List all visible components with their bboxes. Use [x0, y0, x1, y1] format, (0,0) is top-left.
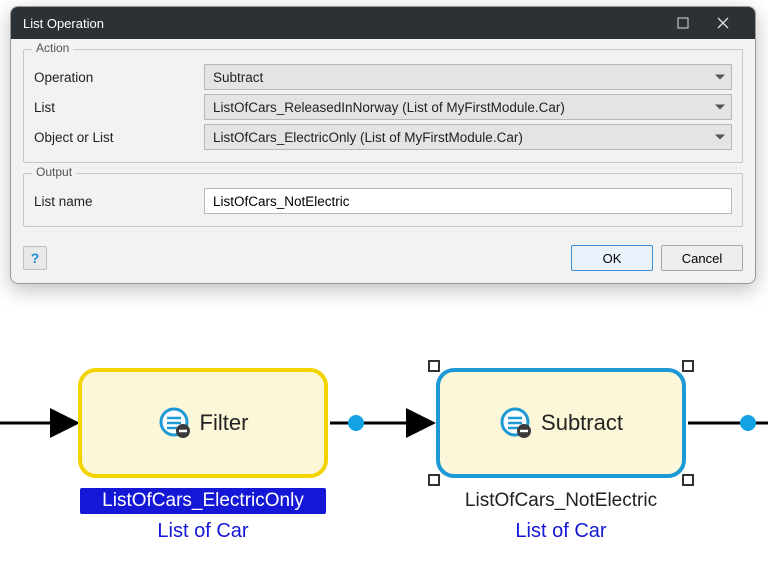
list-dropdown[interactable]: ListOfCars_ReleasedInNorway (List of MyF… [204, 94, 732, 120]
window-close-button[interactable] [703, 7, 743, 39]
dialog-body: Action Operation Subtract List ListOfCar… [11, 39, 755, 227]
window-maximize-button[interactable] [663, 7, 703, 39]
help-button[interactable]: ? [23, 246, 47, 270]
operation-label: Operation [34, 70, 204, 85]
selection-handle[interactable] [428, 360, 440, 372]
chevron-down-icon [715, 75, 725, 80]
operation-row: Operation Subtract [34, 64, 732, 90]
operation-dropdown[interactable]: Subtract [204, 64, 732, 90]
cancel-button-label: Cancel [682, 251, 722, 266]
list-row: List ListOfCars_ReleasedInNorway (List o… [34, 94, 732, 120]
chevron-down-icon [715, 105, 725, 110]
list-operation-dialog: List Operation Action Operation Subtract… [10, 6, 756, 284]
flow-node-filter-varname[interactable]: ListOfCars_ElectricOnly [80, 488, 326, 514]
selection-handle[interactable] [428, 474, 440, 486]
selection-handle[interactable] [682, 360, 694, 372]
object-or-list-value: ListOfCars_ElectricOnly (List of MyFirst… [213, 130, 523, 145]
flow-node-filter[interactable]: Filter [78, 368, 328, 478]
flow-node-subtract[interactable]: Subtract [436, 368, 686, 478]
flow-node-subtract-varname[interactable]: ListOfCars_NotElectric [436, 490, 686, 512]
connection-point[interactable] [740, 415, 756, 431]
object-or-list-row: Object or List ListOfCars_ElectricOnly (… [34, 124, 732, 150]
flow-node-subtract-type: List of Car [436, 520, 686, 543]
help-icon: ? [31, 250, 40, 266]
dialog-title: List Operation [23, 16, 663, 31]
output-group: Output List name [23, 173, 743, 227]
ok-button[interactable]: OK [571, 245, 653, 271]
list-operation-icon [499, 406, 533, 440]
dialog-footer: ? OK Cancel [11, 237, 755, 283]
list-label: List [34, 100, 204, 115]
list-name-label: List name [34, 194, 204, 209]
flow-node-subtract-title: Subtract [541, 410, 623, 436]
object-or-list-label: Object or List [34, 130, 204, 145]
list-name-row: List name [34, 188, 732, 214]
list-value: ListOfCars_ReleasedInNorway (List of MyF… [213, 100, 565, 115]
chevron-down-icon [715, 135, 725, 140]
list-name-input[interactable] [204, 188, 732, 214]
connection-point[interactable] [348, 415, 364, 431]
selection-handle[interactable] [682, 474, 694, 486]
ok-button-label: OK [603, 251, 622, 266]
dialog-titlebar[interactable]: List Operation [11, 7, 755, 39]
cancel-button[interactable]: Cancel [661, 245, 743, 271]
action-group: Action Operation Subtract List ListOfCar… [23, 49, 743, 163]
microflow-canvas[interactable]: Filter ListOfCars_ElectricOnly List of C… [0, 330, 768, 584]
flow-node-filter-title: Filter [200, 410, 249, 436]
object-or-list-dropdown[interactable]: ListOfCars_ElectricOnly (List of MyFirst… [204, 124, 732, 150]
output-group-label: Output [32, 165, 76, 179]
flow-node-filter-type: List of Car [80, 520, 326, 543]
action-group-label: Action [32, 41, 73, 55]
list-operation-icon [158, 406, 192, 440]
operation-value: Subtract [213, 70, 263, 85]
